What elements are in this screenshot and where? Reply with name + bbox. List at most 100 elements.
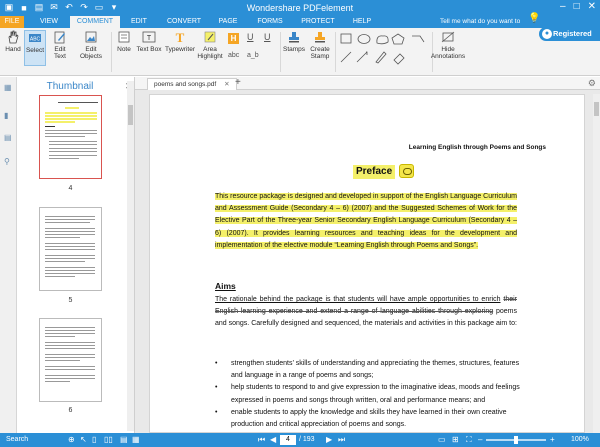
new-tab-icon[interactable]: + (235, 77, 241, 88)
ribbon-toolbar: Hand ABC Select Edit Text Edit Objects N… (0, 28, 600, 76)
tab-file[interactable]: FILE (0, 16, 24, 28)
polygon-icon[interactable] (391, 33, 405, 45)
thumbnail-page-number: 5 (68, 297, 73, 304)
scroll-view-icon[interactable]: ▤ (120, 435, 128, 444)
fullscreen-icon[interactable]: ⛶ (466, 435, 472, 445)
document-area: poems and songs.pdf ✕ + ⚙ Learning Englis… (135, 77, 600, 433)
thumbnail-page[interactable] (39, 318, 102, 402)
status-search[interactable]: Search (6, 436, 28, 443)
status-bar: Search ⊕ ↖ ▯ ▯▯ ▤ ▦ ⏮ ◀ ▶ ⏭ ▭ ⊞ ⛶ – + 4 … (0, 433, 600, 447)
rectangle-icon[interactable] (340, 33, 352, 44)
tab-help[interactable]: HELP (348, 16, 376, 28)
svg-text:T: T (176, 30, 185, 44)
page-count: / 193 (299, 436, 315, 443)
text-box-icon: T (142, 31, 156, 43)
text-box-button[interactable]: T Text Box (136, 30, 162, 53)
preface-heading[interactable]: Preface (353, 165, 396, 179)
thumbnail-panel-icon[interactable]: ▦ (4, 83, 13, 92)
current-page-input[interactable]: 4 (280, 435, 296, 445)
hand-button[interactable]: Hand (3, 30, 23, 53)
underline-icon[interactable]: U (247, 32, 254, 42)
title-bar: ▣ ■ ▤ ✉ ↶ ↷ ▭ ▾ Wondershare PDFelement –… (0, 0, 600, 16)
typewriter-icon: T (176, 30, 185, 44)
insert-text-icon[interactable]: a_b (247, 52, 259, 59)
svg-text:ABC: ABC (30, 37, 41, 43)
comment-panel-icon[interactable]: ▤ (4, 133, 13, 142)
document-scrollbar[interactable] (593, 94, 600, 433)
bookmark-icon[interactable]: ▮ (4, 111, 13, 120)
polyline-icon[interactable] (412, 35, 425, 43)
close-tab-icon[interactable]: ✕ (224, 81, 229, 88)
pdf-page[interactable]: Learning English through Poems and Songs… (149, 94, 585, 433)
comment-note-icon[interactable] (399, 164, 414, 178)
strikethrough-icon[interactable]: abc (228, 52, 239, 59)
squiggly-underline-icon[interactable]: U (264, 32, 271, 42)
single-page-icon[interactable]: ▯ (92, 435, 96, 444)
tell-me-input[interactable]: Tell me what do you want to do... (440, 17, 532, 35)
preface-paragraph[interactable]: This resource package is designed and de… (215, 191, 517, 252)
cloud-icon[interactable] (376, 35, 389, 45)
tab-edit[interactable]: EDIT (124, 16, 154, 28)
thumbnail-page-number: 6 (68, 407, 73, 414)
window-controls: – □ ✕ (560, 1, 596, 12)
create-stamp-button[interactable]: Create Stamp (307, 30, 333, 60)
zoom-out-icon[interactable]: – (478, 435, 482, 444)
scroll-thumb[interactable] (594, 102, 599, 116)
fit-page-icon[interactable]: ▭ (438, 435, 446, 444)
app-title: Wondershare PDFelement (246, 3, 354, 13)
close-icon[interactable]: ✕ (588, 1, 596, 12)
fit-width-icon[interactable]: ⊞ (452, 435, 459, 444)
stamp-icon (289, 32, 299, 43)
menu-bar: FILE VIEW COMMENT EDIT CONVERT PAGE FORM… (0, 16, 600, 35)
minimize-icon[interactable]: – (560, 1, 566, 12)
edit-objects-button[interactable]: Edit Objects (74, 30, 108, 60)
tab-convert[interactable]: CONVERT (162, 16, 206, 28)
lightbulb-icon[interactable]: 💡 (528, 13, 540, 24)
oval-icon[interactable] (357, 34, 371, 44)
scroll-thumb[interactable] (128, 105, 133, 125)
hide-annotations-button[interactable]: Hide Annotations (430, 30, 466, 60)
thumbnail-page-number: 4 (68, 185, 73, 192)
previous-page-icon[interactable]: ◀ (270, 435, 276, 444)
list-item: help students to respond to and give exp… (215, 382, 525, 406)
zoom-slider-handle[interactable] (514, 436, 518, 444)
highlight-text-icon[interactable]: H (228, 33, 239, 44)
tab-forms[interactable]: FORMS (254, 16, 286, 28)
pencil-icon[interactable] (375, 51, 387, 64)
thumbnail-title: Thumbnail (46, 81, 94, 92)
edit-text-icon (54, 31, 65, 44)
tab-protect[interactable]: PROTECT (297, 16, 339, 28)
tab-view[interactable]: VIEW (34, 16, 64, 28)
stamps-button[interactable]: Stamps (283, 30, 305, 53)
first-page-icon[interactable]: ⏮ (258, 435, 265, 445)
grid-view-icon[interactable]: ▦ (132, 435, 140, 444)
select-cursor-icon[interactable]: ↖ (80, 435, 87, 444)
aims-heading: Aims (215, 281, 236, 291)
note-icon (118, 31, 130, 43)
eraser-icon[interactable] (393, 53, 405, 65)
aims-paragraph[interactable]: The rationale behind the package is that… (215, 294, 517, 331)
zoom-in-plus-icon[interactable]: + (550, 435, 555, 444)
thumbnail-page[interactable] (39, 207, 102, 291)
zoom-in-icon[interactable]: ⊕ (68, 435, 75, 444)
thumbnail-scrollbar[interactable] (127, 81, 134, 431)
maximize-icon[interactable]: □ (574, 1, 580, 12)
last-page-icon[interactable]: ⏭ (338, 435, 345, 445)
thumbnail-page[interactable] (39, 95, 102, 179)
document-tab[interactable]: poems and songs.pdf ✕ (147, 78, 237, 90)
typewriter-button[interactable]: T Typewriter (164, 30, 196, 53)
two-page-icon[interactable]: ▯▯ (104, 435, 113, 444)
next-page-icon[interactable]: ▶ (326, 435, 332, 444)
area-highlight-button[interactable]: Area Highlight (197, 30, 223, 60)
select-button[interactable]: ABC Select (24, 30, 46, 66)
line-icon[interactable] (340, 51, 352, 63)
gear-icon[interactable]: ⚙ (588, 78, 596, 89)
tab-page[interactable]: PAGE (214, 16, 242, 28)
note-button[interactable]: Note (114, 30, 134, 53)
registered-badge[interactable]: ● Registered (539, 27, 600, 41)
search-panel-icon[interactable]: ⚲ (4, 157, 13, 166)
ribbon-separator (111, 32, 112, 72)
aims-list: strengthen students’ skills of understan… (215, 358, 525, 431)
arrow-icon[interactable] (356, 51, 368, 63)
edit-text-button[interactable]: Edit Text (48, 30, 72, 60)
